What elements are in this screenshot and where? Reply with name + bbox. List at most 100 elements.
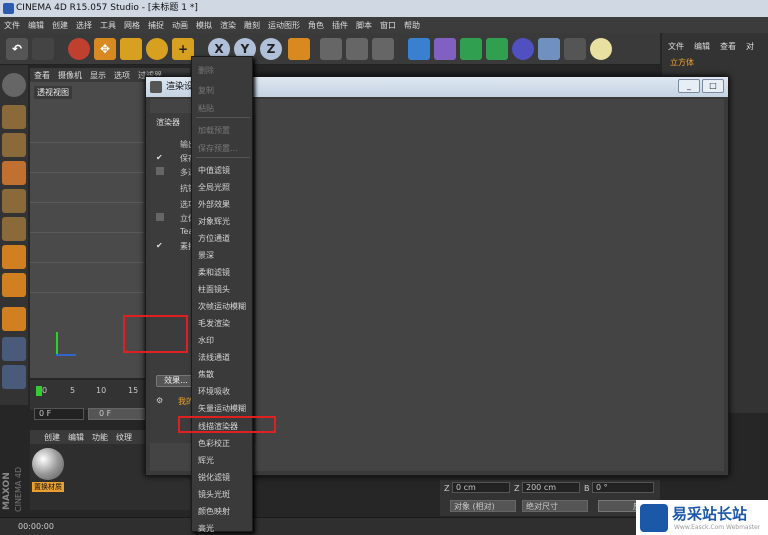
start-frame-field[interactable]: 0 F bbox=[34, 408, 84, 420]
menu-window[interactable]: 窗口 bbox=[380, 20, 396, 31]
object-cube-item[interactable]: 立方体 bbox=[670, 57, 694, 68]
mat-menu-function[interactable]: 功能 bbox=[92, 432, 108, 443]
ctx-position-pass[interactable]: 方位通道 bbox=[198, 233, 230, 244]
size-mode-dropdown[interactable]: 绝对尺寸 bbox=[522, 500, 588, 512]
ctx-normal-pass[interactable]: 法线通道 bbox=[198, 352, 230, 363]
z-size-field[interactable]: 200 cm bbox=[522, 482, 580, 493]
ctx-save-preset[interactable]: 保存预置... bbox=[198, 143, 238, 154]
material-name[interactable]: 置换材质 bbox=[32, 482, 64, 492]
z-position-field[interactable]: 0 cm bbox=[452, 482, 510, 493]
ctx-subframe-motion-blur[interactable]: 次帧运动模糊 bbox=[198, 301, 246, 312]
coordinate-mode-dropdown[interactable]: 对象 (相对) bbox=[450, 500, 516, 512]
ctx-global-illumination[interactable]: 全局光照 bbox=[198, 182, 230, 193]
mat-menu-create[interactable]: 创建 bbox=[44, 432, 60, 443]
menu-select[interactable]: 选择 bbox=[76, 20, 92, 31]
multipass-checkbox[interactable] bbox=[156, 167, 164, 175]
ctx-paste[interactable]: 粘贴 bbox=[198, 103, 214, 114]
z-axis-button[interactable]: Z bbox=[260, 38, 282, 60]
ctx-color-correction[interactable]: 色彩校正 bbox=[198, 438, 230, 449]
render-view-icon[interactable] bbox=[320, 38, 342, 60]
material-preview-sphere[interactable] bbox=[32, 448, 64, 480]
menu-simulate[interactable]: 模拟 bbox=[196, 20, 212, 31]
mat-menu-texture[interactable]: 纹理 bbox=[116, 432, 132, 443]
ctx-sharpen-filter[interactable]: 锐化滤镜 bbox=[198, 472, 230, 483]
menu-sculpt[interactable]: 雕刻 bbox=[244, 20, 260, 31]
ctx-lens-flare[interactable]: 镜头光斑 bbox=[198, 489, 230, 500]
model-mode-icon[interactable] bbox=[2, 105, 26, 129]
vp-menu-view[interactable]: 查看 bbox=[34, 70, 50, 81]
scale-icon[interactable] bbox=[120, 38, 142, 60]
vp-menu-options[interactable]: 选项 bbox=[114, 70, 130, 81]
ctx-copy[interactable]: 复制 bbox=[198, 85, 214, 96]
ctx-glow[interactable]: 辉光 bbox=[198, 455, 214, 466]
vp-menu-camera[interactable]: 摄像机 bbox=[58, 70, 82, 81]
om-menu-edit[interactable]: 编辑 bbox=[694, 41, 710, 52]
minimize-icon[interactable]: _ bbox=[678, 79, 700, 93]
menu-animate[interactable]: 动画 bbox=[172, 20, 188, 31]
menu-script[interactable]: 脚本 bbox=[356, 20, 372, 31]
menu-snap[interactable]: 捕捉 bbox=[148, 20, 164, 31]
effect-button[interactable]: 效果... bbox=[156, 375, 196, 387]
grid-snap-icon[interactable] bbox=[2, 337, 26, 361]
polygons-mode-icon[interactable] bbox=[2, 245, 26, 269]
redo-icon[interactable] bbox=[32, 38, 54, 60]
workplane-icon[interactable] bbox=[2, 161, 26, 185]
floor-icon[interactable] bbox=[538, 38, 560, 60]
om-menu-object[interactable]: 对 bbox=[746, 41, 754, 52]
stereo-checkbox[interactable] bbox=[156, 213, 164, 221]
save-checkbox[interactable]: ✔ bbox=[156, 153, 164, 162]
menu-mograph[interactable]: 运动图形 bbox=[268, 20, 300, 31]
axis-mode-icon[interactable] bbox=[2, 273, 26, 297]
menu-help[interactable]: 帮助 bbox=[404, 20, 420, 31]
coordinate-system-icon[interactable] bbox=[288, 38, 310, 60]
subdivision-icon[interactable] bbox=[460, 38, 482, 60]
make-editable-icon[interactable] bbox=[2, 73, 26, 97]
ctx-caustics[interactable]: 焦散 bbox=[198, 369, 214, 380]
current-frame-field[interactable]: 0 F bbox=[88, 408, 148, 420]
ctx-highlight[interactable]: 高光 bbox=[198, 523, 214, 534]
om-menu-view[interactable]: 查看 bbox=[720, 41, 736, 52]
live-select-icon[interactable] bbox=[68, 38, 90, 60]
ctx-median-filter[interactable]: 中值滤镜 bbox=[198, 165, 230, 176]
light-icon[interactable] bbox=[590, 38, 612, 60]
ctx-watermark[interactable]: 水印 bbox=[198, 335, 214, 346]
rotate-icon[interactable] bbox=[146, 38, 168, 60]
ctx-ambient-occlusion[interactable]: 环境吸收 bbox=[198, 386, 230, 397]
ctx-color-mapping[interactable]: 颜色映射 bbox=[198, 506, 230, 517]
sketch-checkbox[interactable]: ✔ bbox=[156, 241, 164, 250]
ctx-delete[interactable]: 删除 bbox=[198, 65, 214, 76]
menu-file[interactable]: 文件 bbox=[4, 20, 20, 31]
render-picture-viewer-icon[interactable] bbox=[346, 38, 368, 60]
ctx-load-preset[interactable]: 加载预置 bbox=[198, 125, 230, 136]
maximize-icon[interactable]: □ bbox=[702, 79, 724, 93]
array-icon[interactable] bbox=[486, 38, 508, 60]
menu-tools[interactable]: 工具 bbox=[100, 20, 116, 31]
om-menu-file[interactable]: 文件 bbox=[668, 41, 684, 52]
texture-mode-icon[interactable] bbox=[2, 133, 26, 157]
ctx-depth-of-field[interactable]: 景深 bbox=[198, 250, 214, 261]
menu-edit[interactable]: 编辑 bbox=[28, 20, 44, 31]
vp-menu-display[interactable]: 显示 bbox=[90, 70, 106, 81]
spline-pen-icon[interactable] bbox=[434, 38, 456, 60]
undo-icon[interactable]: ↶ bbox=[6, 38, 28, 60]
locked-workplane-icon[interactable] bbox=[2, 365, 26, 389]
menu-create[interactable]: 创建 bbox=[52, 20, 68, 31]
menu-character[interactable]: 角色 bbox=[308, 20, 324, 31]
magnet-icon[interactable] bbox=[2, 307, 26, 331]
mat-menu-edit[interactable]: 编辑 bbox=[68, 432, 84, 443]
ctx-soft-filter[interactable]: 柔和滤镜 bbox=[198, 267, 230, 278]
ctx-cylindrical-lens[interactable]: 柱面镜头 bbox=[198, 284, 230, 295]
points-mode-icon[interactable] bbox=[2, 189, 26, 213]
menu-mesh[interactable]: 网格 bbox=[124, 20, 140, 31]
cube-icon[interactable] bbox=[408, 38, 430, 60]
deformer-icon[interactable] bbox=[512, 38, 534, 60]
b-rotation-field[interactable]: 0 ° bbox=[592, 482, 654, 493]
ctx-vector-motion-blur[interactable]: 矢量运动模糊 bbox=[198, 403, 246, 414]
edges-mode-icon[interactable] bbox=[2, 217, 26, 241]
ctx-object-glow[interactable]: 对象辉光 bbox=[198, 216, 230, 227]
ctx-hair-render[interactable]: 毛发渲染 bbox=[198, 318, 230, 329]
ctx-external-effect[interactable]: 外部效果 bbox=[198, 199, 230, 210]
move-icon[interactable]: ✥ bbox=[94, 38, 116, 60]
menu-render[interactable]: 渲染 bbox=[220, 20, 236, 31]
edit-render-settings-icon[interactable] bbox=[372, 38, 394, 60]
